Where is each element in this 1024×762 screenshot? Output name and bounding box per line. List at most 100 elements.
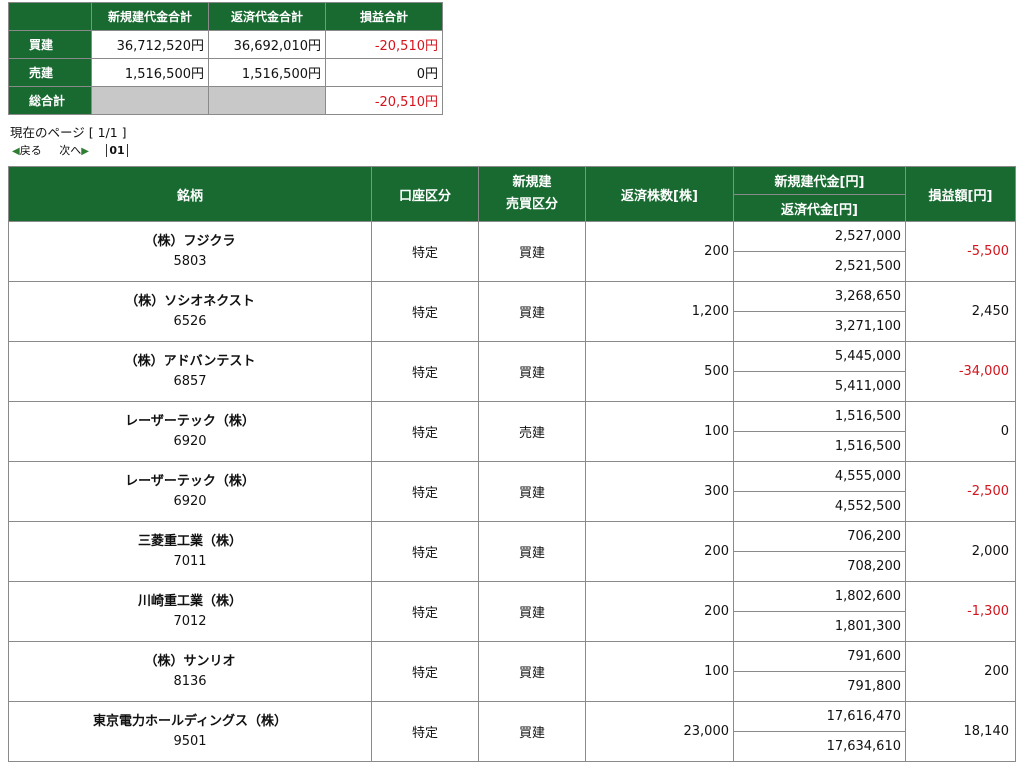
new-amount: 1,516,500 xyxy=(733,401,906,432)
trade-side: 売建 xyxy=(478,401,586,462)
back-label: 戻る xyxy=(19,144,42,157)
close-amount: 4,552,500 xyxy=(733,491,906,522)
close-amount: 1,516,500 xyxy=(733,431,906,462)
stock-name-cell: （株）アドバンテスト 6857 xyxy=(8,341,372,402)
header-name: 銘柄 xyxy=(8,166,372,222)
profit-loss: 0 xyxy=(905,401,1016,462)
profit-loss: -1,300 xyxy=(905,581,1016,642)
close-quantity: 500 xyxy=(585,341,734,402)
trade-side: 買建 xyxy=(478,521,586,582)
position-row: （株）ソシオネクスト 6526 特定 買建 1,200 3,268,650 2,450 xyxy=(8,281,1016,342)
new-amount: 2,527,000 xyxy=(733,221,906,252)
stock-name: レーザーテック（株） xyxy=(125,473,255,489)
summary-pl: 0円 xyxy=(325,58,443,87)
account-type: 特定 xyxy=(371,281,479,342)
summary-close-total-empty xyxy=(208,86,326,115)
stock-name-cell: （株）ソシオネクスト 6526 xyxy=(8,281,372,342)
close-amount: 3,271,100 xyxy=(733,311,906,342)
position-row: レーザーテック（株） 6920 特定 買建 300 4,555,000 -2,500 xyxy=(8,461,1016,522)
profit-loss: -2,500 xyxy=(905,461,1016,522)
stock-name: （株）サンリオ xyxy=(144,653,236,669)
position-row: レーザーテック（株） 6920 特定 売建 100 1,516,500 0 xyxy=(8,401,1016,462)
profit-loss: -5,500 xyxy=(905,221,1016,282)
close-amount: 5,411,000 xyxy=(733,371,906,402)
position-row: （株）サンリオ 8136 特定 買建 100 791,600 200 xyxy=(8,641,1016,702)
summary-close-total: 1,516,500円 xyxy=(208,58,326,87)
account-type: 特定 xyxy=(371,401,479,462)
trade-side: 買建 xyxy=(478,581,586,642)
header-qty: 返済株数[株] xyxy=(585,166,734,222)
profit-loss: 18,140 xyxy=(905,701,1016,762)
summary-row-total: 総合計 -20,510円 xyxy=(8,86,443,115)
stock-name-cell: レーザーテック（株） 6920 xyxy=(8,401,372,462)
summary-row-label: 総合計 xyxy=(8,86,92,115)
header-side: 新規建 売買区分 xyxy=(478,166,586,222)
stock-code: 8136 xyxy=(173,673,207,689)
close-quantity: 200 xyxy=(585,221,734,282)
new-amount: 791,600 xyxy=(733,641,906,672)
close-amount: 1,801,300 xyxy=(733,611,906,642)
profit-loss: 2,450 xyxy=(905,281,1016,342)
close-quantity: 100 xyxy=(585,401,734,462)
summary-pl: -20,510円 xyxy=(325,30,443,59)
pagination: ◀戻る 次へ▶ 01 xyxy=(12,142,128,158)
summary-new-total: 36,712,520円 xyxy=(91,30,209,59)
trade-side: 買建 xyxy=(478,461,586,522)
summary-row-buy: 買建 36,712,520円 36,692,010円 -20,510円 xyxy=(8,30,443,59)
next-link[interactable]: 次へ▶ xyxy=(59,142,89,158)
close-quantity: 200 xyxy=(585,581,734,642)
profit-loss: -34,000 xyxy=(905,341,1016,402)
new-amount: 17,616,470 xyxy=(733,701,906,732)
trade-side: 買建 xyxy=(478,701,586,762)
page-link-01[interactable]: 01 xyxy=(106,144,128,157)
stock-code: 9501 xyxy=(173,733,207,749)
positions-body: （株）フジクラ 5803 特定 買建 200 2,527,000 -5,500 2,521,5… xyxy=(8,221,1016,762)
stock-code: 7011 xyxy=(173,553,207,569)
stock-name: 川崎重工業（株） xyxy=(137,593,242,609)
close-amount: 17,634,610 xyxy=(733,731,906,762)
summary-header-new-total: 新規建代金合計 xyxy=(91,2,209,31)
stock-code: 6526 xyxy=(173,313,207,329)
account-type: 特定 xyxy=(371,641,479,702)
account-type: 特定 xyxy=(371,521,479,582)
new-amount: 1,802,600 xyxy=(733,581,906,612)
positions-table: 銘柄 口座区分 新規建 売買区分 返済株数[株] 新規建代金[円] 損益額[円]… xyxy=(8,166,1016,762)
stock-code: 6920 xyxy=(173,433,207,449)
account-type: 特定 xyxy=(371,341,479,402)
summary-header-pl: 損益合計 xyxy=(325,2,443,31)
close-amount: 708,200 xyxy=(733,551,906,582)
position-row: 東京電力ホールディングス（株） 9501 特定 買建 23,000 17,616,470 1… xyxy=(8,701,1016,762)
close-quantity: 300 xyxy=(585,461,734,522)
trade-side: 買建 xyxy=(478,641,586,702)
new-amount: 4,555,000 xyxy=(733,461,906,492)
close-amount: 791,800 xyxy=(733,671,906,702)
summary-row-label: 買建 xyxy=(8,30,92,59)
stock-name-cell: （株）フジクラ 5803 xyxy=(8,221,372,282)
summary-new-total: 1,516,500円 xyxy=(91,58,209,87)
summary-row-sell: 売建 1,516,500円 1,516,500円 0円 xyxy=(8,58,443,87)
header-pl: 損益額[円] xyxy=(905,166,1016,222)
next-label: 次へ xyxy=(59,144,82,157)
stock-name: （株）アドバンテスト xyxy=(124,353,256,369)
header-side-line1: 新規建 xyxy=(512,175,552,190)
stock-name: （株）ソシオネクスト xyxy=(125,293,255,309)
close-quantity: 100 xyxy=(585,641,734,702)
close-amount: 2,521,500 xyxy=(733,251,906,282)
summary-new-total-empty xyxy=(91,86,209,115)
new-amount: 5,445,000 xyxy=(733,341,906,372)
new-amount: 3,268,650 xyxy=(733,281,906,312)
stock-name: （株）フジクラ xyxy=(144,233,236,249)
stock-name-cell: 川崎重工業（株） 7012 xyxy=(8,581,372,642)
header-new-amount: 新規建代金[円] xyxy=(733,166,906,195)
trade-side: 買建 xyxy=(478,281,586,342)
back-link[interactable]: ◀戻る xyxy=(12,142,42,158)
triangle-right-icon: ▶ xyxy=(81,146,89,157)
triangle-left-icon: ◀ xyxy=(12,146,20,157)
new-amount: 706,200 xyxy=(733,521,906,552)
trade-side: 買建 xyxy=(478,221,586,282)
account-type: 特定 xyxy=(371,461,479,522)
account-type: 特定 xyxy=(371,221,479,282)
current-page-text: 現在のページ [ 1/1 ] xyxy=(10,125,127,140)
profit-loss: 2,000 xyxy=(905,521,1016,582)
stock-code: 6920 xyxy=(173,493,207,509)
